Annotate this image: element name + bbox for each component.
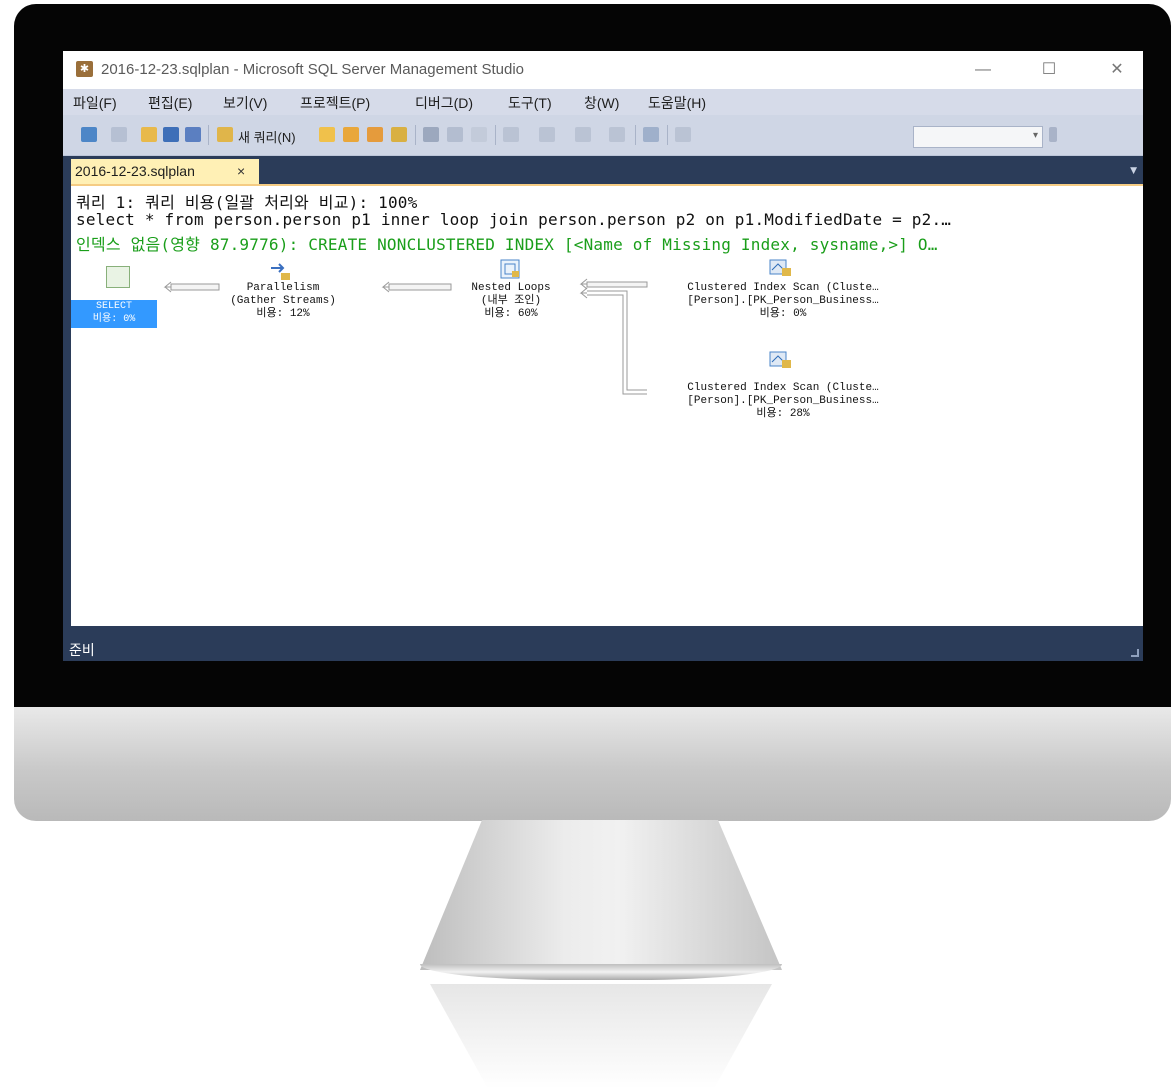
toolbar-separator [208, 125, 209, 145]
select-node-label: SELECT [95, 301, 132, 312]
solution-config-combo[interactable]: ▾ [913, 126, 1043, 148]
status-bar: 준비 [63, 626, 1143, 661]
arrow-body [170, 283, 220, 291]
arrow-nested-parallelism [381, 281, 390, 293]
chevron-down-icon: ▾ [1032, 130, 1038, 141]
menu-window[interactable]: 창(W) [584, 93, 619, 113]
resize-grip-icon[interactable] [1131, 649, 1139, 657]
ssms-app-icon: ✱ [76, 61, 93, 77]
scan2-label: Clustered Index Scan (Cluste… [687, 382, 879, 394]
database-engine-query-icon[interactable] [319, 127, 335, 142]
parallelism-node[interactable]: Parallelism (Gather Streams) 비용: 12% [213, 282, 353, 321]
start-debugging-icon[interactable] [675, 127, 691, 142]
menu-file[interactable]: 파일(F) [73, 93, 117, 113]
plan-diagram: SELECT 비용: 0% Parallelism (Gather Stream… [71, 258, 1143, 624]
cut-icon[interactable] [423, 127, 439, 142]
parallelism-icon[interactable] [269, 262, 291, 282]
menu-bar: 파일(F) 편집(E) 보기(V) 프로젝트(P) 디버그(D) 도구(T) 창… [63, 89, 1143, 115]
tab-label: 2016-12-23.sqlplan [75, 163, 195, 179]
navigate-backward-icon[interactable] [575, 127, 591, 142]
navigate-forward-icon[interactable] [609, 127, 625, 142]
nested-loops-cost: 비용: 60% [484, 308, 538, 320]
scan2-object: [Person].[PK_Person_Business… [687, 395, 879, 407]
menu-edit[interactable]: 편집(E) [148, 93, 192, 113]
scan-node-1[interactable]: Clustered Index Scan (Cluste… [Person].[… [645, 282, 921, 321]
toolbar-separator [415, 125, 416, 145]
arrow-body [586, 281, 648, 288]
toolbar-separator [667, 125, 668, 145]
analysis-dmx-query-icon[interactable] [367, 127, 383, 142]
status-text: 준비 [69, 642, 95, 658]
analysis-mdx-query-icon[interactable] [343, 127, 359, 142]
scan1-object: [Person].[PK_Person_Business… [687, 295, 879, 307]
menu-help[interactable]: 도움말(H) [648, 93, 706, 113]
nested-loops-node[interactable]: Nested Loops (내부 조인) 비용: 60% [441, 282, 581, 321]
select-node-cost: 비용: 0% [92, 314, 136, 325]
scan1-label: Clustered Index Scan (Cluste… [687, 282, 879, 294]
standard-toolbar: 새 쿼리(N) ▾ [63, 115, 1143, 156]
window-title: 2016-12-23.sqlplan - Microsoft SQL Serve… [101, 61, 524, 78]
maximize-button[interactable]: ☐ [1035, 57, 1063, 83]
toolbar-separator [495, 125, 496, 145]
nested-loops-sublabel: (내부 조인) [480, 295, 542, 307]
close-button[interactable]: ✕ [1103, 57, 1131, 83]
new-query-icon[interactable] [217, 127, 233, 142]
add-item-icon[interactable] [111, 127, 127, 142]
activity-monitor-icon[interactable] [643, 127, 659, 142]
arrow-scan1-nested [579, 278, 588, 290]
stand-reflection [430, 984, 772, 1089]
menu-debug[interactable]: 디버그(D) [415, 93, 473, 113]
monitor-chin [14, 707, 1171, 821]
title-bar: ✱ 2016-12-23.sqlplan - Microsoft SQL Ser… [63, 51, 1143, 89]
toolbar-options-icon[interactable] [1049, 127, 1057, 142]
save-all-icon[interactable] [185, 127, 201, 142]
open-folder-icon[interactable] [141, 127, 157, 142]
menu-tools[interactable]: 도구(T) [508, 93, 552, 113]
ssms-window: ✱ 2016-12-23.sqlplan - Microsoft SQL Ser… [63, 51, 1143, 661]
parallelism-cost: 비용: 12% [256, 308, 310, 320]
parallelism-label: Parallelism [246, 282, 320, 294]
clustered-index-scan-icon[interactable] [768, 348, 791, 368]
new-project-icon[interactable] [81, 127, 97, 142]
clustered-index-scan-icon[interactable] [768, 256, 791, 276]
select-table-icon[interactable] [106, 266, 130, 288]
scan-node-2[interactable]: Clustered Index Scan (Cluste… [Person].[… [645, 382, 921, 421]
minimize-button[interactable]: — [969, 57, 997, 83]
undo-icon[interactable] [503, 127, 519, 142]
new-query-button[interactable]: 새 쿼리(N) [238, 127, 296, 146]
parallelism-sublabel: (Gather Streams) [230, 295, 336, 307]
tab-close-icon[interactable]: × [237, 159, 245, 184]
nested-loops-icon[interactable] [499, 258, 521, 279]
arrow-scan2-nested [587, 290, 647, 391]
tab-sqlplan[interactable]: 2016-12-23.sqlplan × [71, 159, 259, 184]
save-icon[interactable] [163, 127, 179, 142]
paste-icon[interactable] [471, 127, 487, 142]
document-tab-strip: 2016-12-23.sqlplan × ▼ [63, 156, 1143, 184]
select-node[interactable]: SELECT 비용: 0% [71, 300, 157, 328]
menu-project[interactable]: 프로젝트(P) [300, 93, 370, 113]
menu-view[interactable]: 보기(V) [223, 93, 267, 113]
nested-loops-label: Nested Loops [471, 282, 551, 294]
redo-icon[interactable] [539, 127, 555, 142]
monitor-stand-base [420, 964, 782, 980]
scan1-cost: 비용: 0% [759, 308, 807, 320]
analysis-xmla-query-icon[interactable] [391, 127, 407, 142]
tab-list-dropdown-icon[interactable]: ▼ [1130, 166, 1137, 176]
execution-plan-document: 쿼리 1: 쿼리 비용(일괄 처리와 비교): 100% select * fr… [71, 184, 1143, 628]
toolbar-separator [635, 125, 636, 145]
scan2-cost: 비용: 28% [756, 408, 810, 420]
query-sql-text: select * from person.person p1 inner loo… [76, 210, 952, 229]
monitor-stand [420, 820, 782, 970]
copy-icon[interactable] [447, 127, 463, 142]
missing-index-hint[interactable]: 인덱스 없음(영향 87.9776): CREATE NONCLUSTERED … [76, 231, 938, 255]
